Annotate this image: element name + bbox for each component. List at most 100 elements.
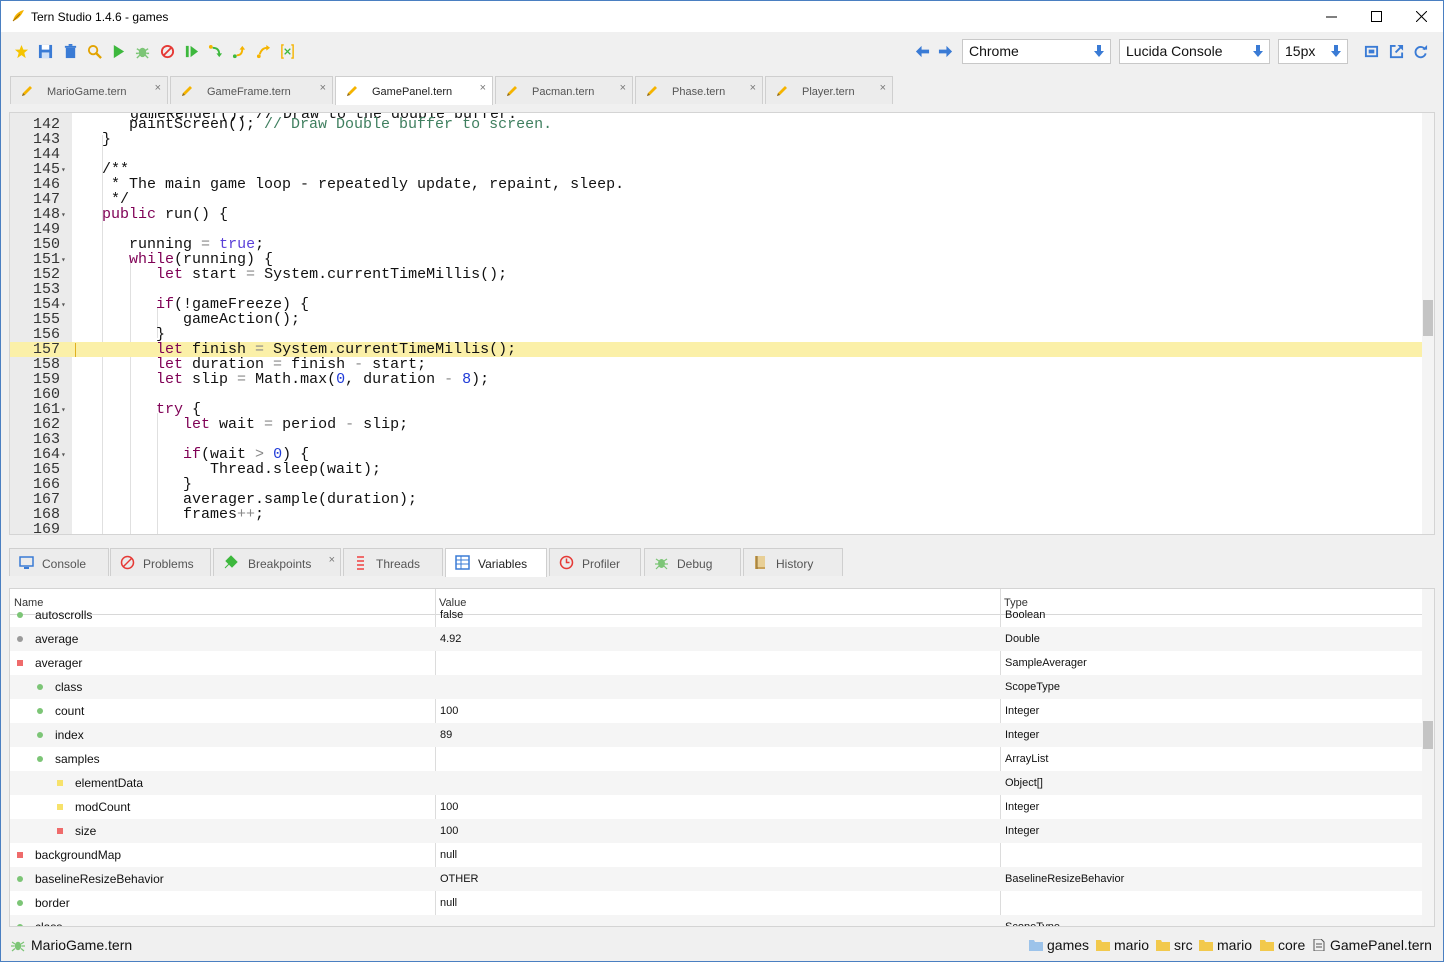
save-button[interactable] [37, 43, 53, 59]
close-tab-icon[interactable]: × [750, 82, 756, 94]
table-row[interactable]: baselineResizeBehavior OTHER BaselineRes… [10, 867, 1424, 891]
variable-value: 4.92 [440, 633, 462, 645]
search-icon [87, 44, 102, 59]
line-number: 145 [32, 161, 60, 178]
table-row[interactable]: elementData Object[] [10, 771, 1424, 795]
table-row[interactable]: border null [10, 891, 1424, 915]
tab-threads[interactable]: Threads [343, 548, 443, 576]
table-row[interactable]: backgroundMap null [10, 843, 1424, 867]
table-row[interactable]: autoscrolls false Boolean [10, 603, 1424, 627]
table-row[interactable]: class ScopeType [10, 915, 1424, 926]
table-row[interactable]: index 89 Integer [10, 723, 1424, 747]
step-out-button[interactable] [255, 43, 271, 59]
breadcrumb-label: games [1047, 937, 1090, 953]
code-line: 149 [10, 222, 1424, 237]
font-select-value: Lucida Console [1126, 43, 1223, 59]
table-row[interactable]: samples ArrayList [10, 747, 1424, 771]
variables-scrollbar[interactable] [1422, 589, 1434, 926]
debug-bug-icon [135, 47, 149, 59]
font-size-select[interactable]: 15px [1278, 39, 1348, 64]
step-out-icon [256, 44, 270, 58]
code-editor[interactable]: gameRender(); // Draw to the double buff… [9, 112, 1435, 535]
maximize-button[interactable] [1353, 1, 1399, 31]
tab-history[interactable]: History [743, 548, 843, 576]
variables-scrollbar-thumb[interactable] [1423, 721, 1433, 749]
tab-variables[interactable]: Variables [445, 548, 547, 577]
line-number: 142 [32, 116, 60, 133]
close-tab-icon[interactable]: × [880, 82, 886, 94]
resume-button[interactable] [183, 43, 199, 59]
close-tab-icon[interactable]: × [155, 82, 161, 94]
maximize-editor-button[interactable] [1363, 43, 1379, 59]
back-button[interactable] [914, 43, 930, 59]
code-text: * The main game loop - repeatedly update… [102, 176, 625, 193]
tab-problems[interactable]: Problems [110, 548, 211, 576]
editor-tab-label: Phase.tern [672, 86, 726, 98]
code-line: 142 paintScreen(); // Draw Double buffer… [10, 117, 1424, 132]
editor-tab-mariogame[interactable]: MarioGame.tern × [10, 76, 168, 104]
editor-tab-gamepanel[interactable]: GamePanel.tern × [335, 76, 493, 105]
debug-bug-icon [655, 558, 668, 570]
editor-tab-pacman[interactable]: Pacman.tern × [495, 76, 633, 104]
table-row[interactable]: averager SampleAverager [10, 651, 1424, 675]
editor-scrollbar[interactable] [1422, 113, 1434, 534]
table-row[interactable]: average 4.92 Double [10, 627, 1424, 651]
tab-breakpoints[interactable]: Breakpoints × [213, 548, 341, 576]
debug-button[interactable] [134, 43, 150, 59]
tab-label: Console [42, 557, 87, 571]
code-text: let slip = Math.max(0, duration - 8); [156, 371, 490, 388]
maximize-editor-icon [1364, 45, 1378, 57]
close-tab-icon[interactable]: × [329, 554, 335, 566]
favorite-button[interactable] [13, 43, 29, 59]
refresh-button[interactable] [1412, 43, 1428, 59]
editor-tab-phase[interactable]: Phase.tern × [635, 76, 763, 104]
variable-type: Double [1005, 633, 1040, 645]
fold-toggle-icon[interactable]: ▾ [61, 253, 66, 268]
browser-select[interactable]: Chrome [962, 39, 1111, 64]
table-row[interactable]: class ScopeType [10, 675, 1424, 699]
tab-label: Variables [478, 557, 528, 571]
fold-toggle-icon[interactable]: ▾ [61, 448, 66, 463]
code-line: 145 ▾ /** [10, 162, 1424, 177]
editor-tab-gameframe[interactable]: GameFrame.tern × [170, 76, 333, 104]
editor-tab-player[interactable]: Player.tern × [765, 76, 893, 104]
close-tab-icon[interactable]: × [320, 82, 326, 94]
error-icon [120, 555, 135, 570]
minimize-button[interactable] [1308, 1, 1354, 31]
tab-label: Profiler [582, 557, 621, 571]
tab-profiler[interactable]: Profiler [549, 548, 641, 576]
folder-icon [1260, 940, 1274, 951]
run-button[interactable] [110, 43, 126, 59]
editor-scrollbar-thumb[interactable] [1423, 300, 1433, 336]
close-tab-icon[interactable]: × [620, 82, 626, 94]
search-button[interactable] [86, 43, 102, 59]
variable-marker-icon [37, 756, 43, 762]
evaluate-button[interactable] [279, 43, 295, 59]
fold-toggle-icon[interactable]: ▾ [61, 403, 66, 418]
fold-toggle-icon[interactable]: ▾ [61, 298, 66, 313]
external-button[interactable] [1388, 43, 1404, 59]
table-row[interactable]: size 100 Integer [10, 819, 1424, 843]
close-button[interactable] [1398, 1, 1444, 31]
code-line: 160 [10, 387, 1424, 402]
step-into-button[interactable] [231, 43, 247, 59]
fold-toggle-icon[interactable]: ▾ [61, 163, 66, 178]
step-over-button[interactable] [207, 43, 223, 59]
fold-toggle-icon[interactable]: ▾ [61, 208, 66, 223]
code-text: let finish = System.currentTimeMillis(); [156, 341, 517, 358]
code-text: let duration = finish - start; [156, 356, 427, 373]
evaluate-icon [280, 43, 294, 59]
stop-button[interactable] [159, 43, 175, 59]
delete-button[interactable] [62, 43, 78, 59]
folder-icon [1156, 940, 1170, 951]
close-tab-icon[interactable]: × [480, 82, 486, 94]
variable-name: count [55, 704, 85, 718]
font-select[interactable]: Lucida Console [1119, 39, 1270, 64]
table-row[interactable]: modCount 100 Integer [10, 795, 1424, 819]
code-line: 161 ▾ try { [10, 402, 1424, 417]
table-row[interactable]: count 100 Integer [10, 699, 1424, 723]
variable-marker-icon [17, 924, 23, 926]
tab-console[interactable]: Console [9, 548, 109, 576]
forward-button[interactable] [937, 43, 953, 59]
tab-debug[interactable]: Debug [644, 548, 741, 576]
